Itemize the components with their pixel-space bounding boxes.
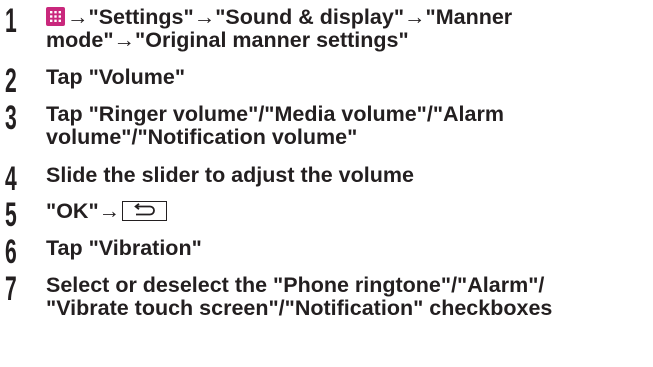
step-text-line: Tap "Ringer volume"/"Media volume"/"Alar…	[46, 102, 504, 126]
step-number: 5	[5, 196, 17, 234]
step-text-line: Slide the slider to adjust the volume	[46, 163, 414, 187]
step-text-line: Tap "Vibration"	[46, 236, 202, 260]
step-text: Slide the slider to adjust the volume	[46, 164, 646, 187]
step-number: 7	[5, 270, 17, 308]
step-text: "OK"→	[46, 200, 646, 223]
back-key-icon	[122, 201, 168, 221]
step-number: 6	[5, 233, 17, 271]
menu-grid-icon	[46, 7, 65, 26]
step-text-line: "Vibrate touch screen"/"Notification" ch…	[46, 296, 553, 320]
step-text-segment: →"Settings"→"Sound & display"→"Manner	[67, 5, 513, 29]
step-text-line: mode"→"Original manner settings"	[46, 28, 409, 52]
step-text-segment: "OK"→	[46, 199, 121, 223]
step-text: Select or deselect the "Phone ringtone"/…	[46, 274, 646, 320]
step-text-line: Tap "Volume"	[46, 65, 186, 89]
instruction-steps: 1 →"Settings"→"Sound & display"→"Manner …	[0, 0, 653, 367]
step-text-line: "OK"→	[46, 200, 646, 223]
step-text-line: Select or deselect the "Phone ringtone"/…	[46, 273, 545, 297]
step-text: Tap "Ringer volume"/"Media volume"/"Alar…	[46, 103, 646, 149]
step-text-line: volume"/"Notification volume"	[46, 125, 358, 149]
step-text: Tap "Volume"	[46, 66, 646, 89]
step-number: 3	[5, 99, 17, 137]
step-number: 2	[5, 62, 17, 100]
step-number: 1	[5, 2, 17, 40]
step-number: 4	[5, 160, 17, 198]
step-text: Tap "Vibration"	[46, 237, 646, 260]
step-text-line: →"Settings"→"Sound & display"→"Manner	[46, 6, 646, 29]
step-text: →"Settings"→"Sound & display"→"Manner mo…	[46, 6, 646, 52]
